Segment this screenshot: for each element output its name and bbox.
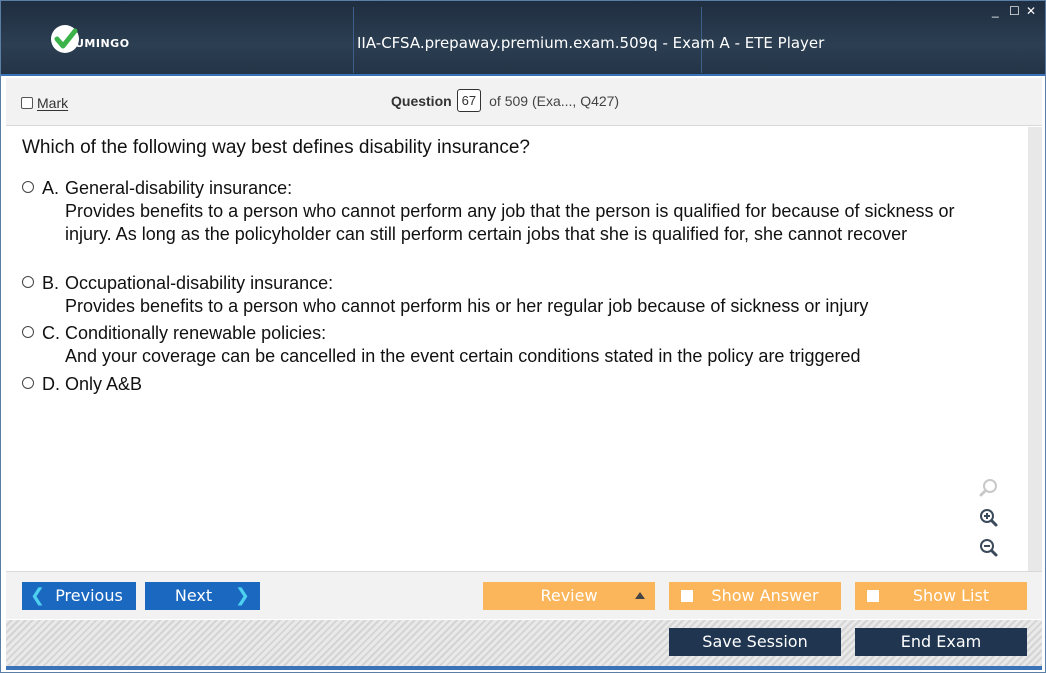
close-icon[interactable]: ✕ (1026, 5, 1036, 17)
save-session-button[interactable]: Save Session (669, 628, 841, 656)
chevron-right-icon: ❯ (234, 585, 250, 606)
question-label: Question (391, 92, 452, 109)
next-label: Next (174, 586, 213, 605)
show-answer-button[interactable]: Show Answer (669, 582, 841, 610)
option-d-letter: D. (42, 374, 60, 394)
question-counter: Question 67 of 509 (Exa..., Q427) (391, 89, 619, 112)
option-d-title: Only A&B (65, 374, 143, 394)
option-b-desc: Provides benefits to a person who cannot… (65, 296, 869, 316)
option-a-radio[interactable] (22, 181, 34, 193)
mark-label: Mark (37, 95, 69, 111)
show-answer-label: Show Answer (711, 586, 819, 605)
logo-text: UMINGO (75, 37, 130, 50)
question-of-text: of 509 (Exa..., Q427) (489, 92, 620, 109)
show-list-button[interactable]: Show List (855, 582, 1027, 610)
option-c-letter: C. (42, 323, 60, 343)
mark-checkbox-box[interactable] (21, 97, 33, 109)
option-c-title: Conditionally renewable policies: (65, 323, 327, 343)
end-exam-button[interactable]: End Exam (855, 628, 1027, 656)
option-c-radio[interactable] (22, 326, 34, 338)
option-b-radio[interactable] (22, 276, 34, 288)
previous-label: Previous (55, 586, 123, 605)
question-text: Which of the following way best defines … (22, 137, 530, 158)
app-logo: UMINGO (51, 25, 141, 55)
option-d-radio[interactable] (22, 377, 34, 389)
maximize-icon[interactable]: ☐ (1009, 5, 1020, 17)
window-title: IIA-CFSA.prepaway.premium.exam.509q - Ex… (357, 34, 825, 52)
zoom-in-icon[interactable] (978, 507, 1000, 529)
title-divider-left (353, 7, 354, 73)
review-button[interactable]: Review (483, 582, 655, 610)
question-header: Mark Question 67 of 509 (Exa..., Q427) (6, 78, 1042, 126)
zoom-reset-icon[interactable] (978, 477, 1000, 499)
content-scrollbar[interactable] (1028, 127, 1042, 571)
zoom-out-icon[interactable] (978, 537, 1000, 559)
chevron-left-icon: ❮ (30, 585, 46, 606)
option-b-title: Occupational-disability insurance: (65, 273, 334, 293)
bottom-accent-line (6, 666, 1042, 670)
option-a-title: General-disability insurance: (65, 178, 293, 198)
show-list-label: Show List (912, 586, 990, 605)
show-list-checkbox[interactable] (867, 590, 879, 602)
app-window: UMINGO IIA-CFSA.prepaway.premium.exam.50… (0, 0, 1046, 673)
option-b-letter: B. (42, 273, 60, 293)
previous-button[interactable]: ❮ Previous (22, 582, 136, 610)
review-label: Review (540, 586, 598, 605)
minimize-icon[interactable]: _ (992, 5, 999, 17)
mark-checkbox[interactable]: Mark (21, 95, 68, 111)
option-a-letter: A. (42, 178, 60, 198)
navigation-bar: ❮ Previous Next ❯ Review Show Answer Sho… (6, 571, 1042, 619)
show-answer-checkbox[interactable] (681, 590, 693, 602)
title-bar: UMINGO IIA-CFSA.prepaway.premium.exam.50… (1, 1, 1045, 76)
next-button[interactable]: Next ❯ (145, 582, 260, 610)
footer-bar: Save Session End Exam (6, 620, 1042, 666)
option-a-desc: Provides benefits to a person who cannot… (65, 201, 955, 244)
option-c-desc: And your coverage can be cancelled in th… (65, 346, 861, 366)
caret-up-icon (635, 592, 645, 599)
question-content: Which of the following way best defines … (6, 127, 1028, 571)
question-number-input[interactable]: 67 (456, 89, 482, 112)
